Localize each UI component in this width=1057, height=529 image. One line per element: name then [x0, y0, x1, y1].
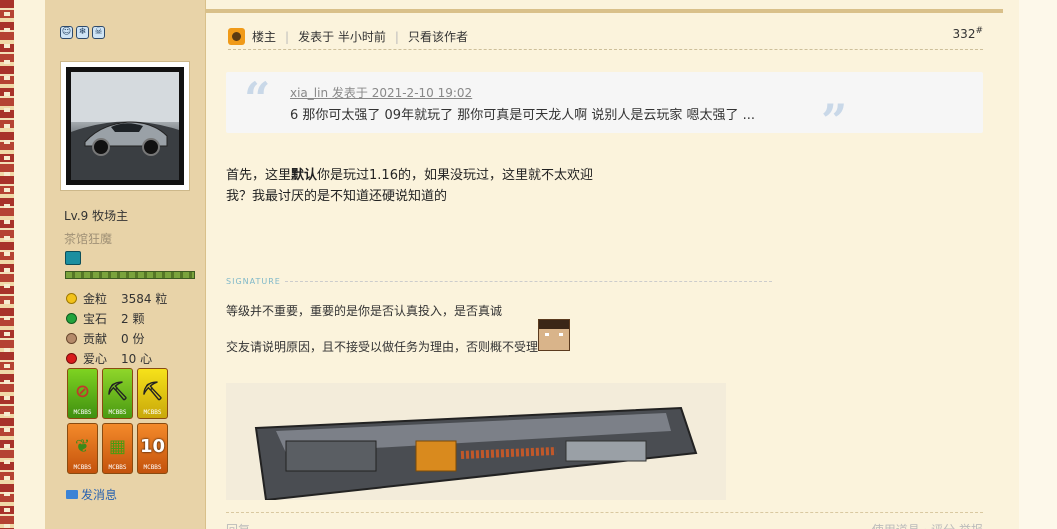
stat-label: 贡献: [83, 331, 108, 346]
post-body: 首先，这里默认你是玩过1.16的，如果没玩过，这里就不太欢迎 我？我最讨厌的是不…: [226, 165, 593, 207]
stat-label: 爱心: [83, 351, 108, 366]
stat-contribution: 贡献 0 份: [66, 328, 167, 348]
contribution-icon: [66, 332, 77, 344]
op-label: 楼主: [252, 30, 277, 44]
close-quote-icon: ”: [821, 94, 848, 148]
user-level: Lv.9 牧场主: [64, 209, 129, 223]
medal-no-creeper[interactable]: ⊘ MCBBS: [67, 368, 98, 419]
user-title: 茶馆狂魔: [64, 232, 113, 246]
signature-line-1: 等级并不重要，重要的是你是否认真投入，是否真诚: [226, 304, 503, 318]
quote-meta-link[interactable]: xia_lin 发表于 2021-2-10 19:02: [290, 84, 472, 101]
op-badge-icon: [228, 28, 245, 45]
only-author-link[interactable]: 只看该作者: [408, 28, 468, 45]
open-quote-icon: “: [244, 72, 271, 126]
post-time: 发表于 半小时前: [298, 30, 386, 44]
floor-number[interactable]: 332#: [953, 26, 983, 41]
snowflake-icon[interactable]: ❄: [76, 26, 89, 39]
medal-gold-pickaxe[interactable]: ⛏ MCBBS: [137, 368, 168, 419]
steve-face-icon: [538, 319, 570, 351]
stat-value: 3584 粒: [121, 291, 168, 306]
top-divider: [206, 9, 1003, 13]
send-message-link[interactable]: 发消息: [66, 486, 117, 503]
quote-block: “ xia_lin 发表于 2021-2-10 19:02 6 那你可太强了 0…: [226, 72, 983, 148]
post-main: 楼主 | 发表于 半小时前 | 只看该作者 332# “ xia_lin 发表于…: [206, 0, 1057, 529]
stat-value: 0 份: [121, 331, 145, 346]
post-header: 楼主 | 发表于 半小时前 | 只看该作者 332#: [228, 24, 983, 50]
group-badge-icon: [65, 251, 81, 265]
online-face-icon[interactable]: ☺: [60, 26, 73, 39]
stat-label: 金粒: [83, 291, 108, 306]
stat-label: 宝石: [83, 311, 108, 326]
avatar[interactable]: [60, 61, 190, 191]
post-footer: 回复 使用道具 · 评分 举报: [226, 512, 983, 529]
user-stats: 金粒 3584 粒 宝石 2 颗 贡献 0 份 爱心 10 心: [66, 288, 167, 368]
signature-line-2: 交友请说明原因，且不接受以做任务为理由，否则概不受理: [226, 340, 539, 354]
medal-grass-block[interactable]: ▦ MCBBS: [102, 423, 133, 474]
medal-grid: ⊘ MCBBS ⛏ MCBBS ⛏ MCBBS ❦ MCBBS ▦ MCBBS …: [67, 368, 168, 474]
stat-value: 2 颗: [121, 311, 145, 326]
level-progress-bar: [65, 271, 195, 279]
quote-text: 6 那你可太强了 09年就玩了 那你可真是可天龙人啊 说别人是云玩家 嗯太强了 …: [290, 108, 756, 123]
body-line-2: 我？我最讨厌的是不知道还硬说知道的: [226, 189, 448, 204]
medal-pickaxe[interactable]: ⛏ MCBBS: [102, 368, 133, 419]
decorative-left-border: [0, 0, 14, 529]
reply-button[interactable]: 回复: [226, 521, 250, 529]
stat-gem: 宝石 2 颗: [66, 308, 167, 328]
body-line-1: 首先，这里默认你是玩过1.16的，如果没玩过，这里就不太欢迎: [226, 168, 593, 183]
stat-gold: 金粒 3584 粒: [66, 288, 167, 308]
avatar-car-image: [71, 72, 179, 180]
envelope-icon: [66, 490, 78, 499]
gem-icon: [66, 312, 77, 324]
medal-sprout[interactable]: ❦ MCBBS: [67, 423, 98, 474]
send-message-label: 发消息: [81, 488, 118, 502]
post-actions[interactable]: 使用道具 · 评分 举报: [872, 521, 983, 529]
right-margin: [1019, 0, 1057, 529]
stat-value: 10 心: [121, 351, 153, 366]
gold-nugget-icon: [66, 292, 77, 304]
stat-heart: 爱心 10 心: [66, 348, 167, 368]
user-sidebar: ☺ ❄ ☠ Lv.9 牧场主 茶馆狂魔 金粒 3584 粒 宝石 2 颗 贡献 …: [45, 0, 206, 529]
signature-title: SIGNATURE: [226, 277, 772, 286]
skull-icon[interactable]: ☠: [92, 26, 105, 39]
medal-ten[interactable]: 10 MCBBS: [137, 423, 168, 474]
user-status-icons: ☺ ❄ ☠: [60, 26, 105, 39]
heart-apple-icon: [66, 352, 77, 364]
signature-image: [226, 383, 726, 500]
